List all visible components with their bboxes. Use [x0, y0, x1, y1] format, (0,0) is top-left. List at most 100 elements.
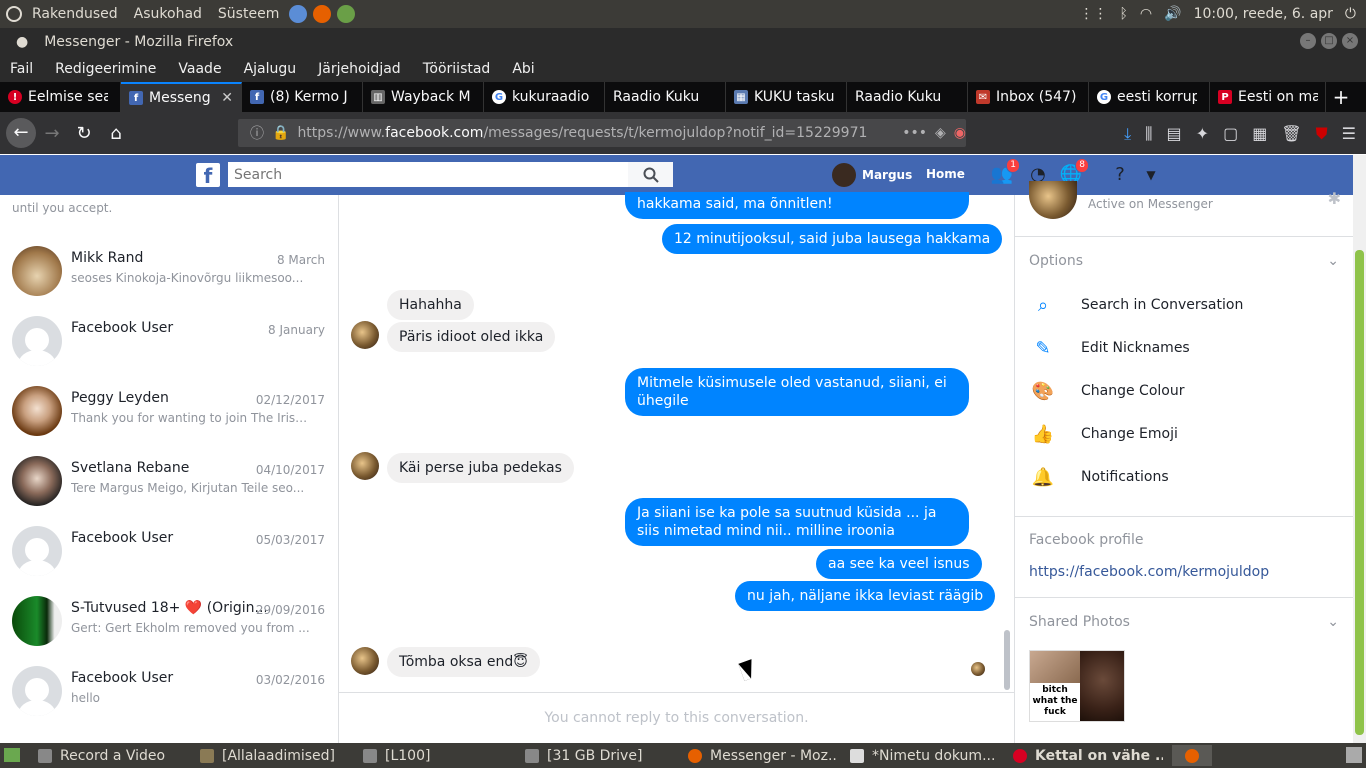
message-bubble[interactable]: Hahahha — [387, 290, 474, 320]
search-in-conversation-option[interactable]: ⌕ Search in Conversation — [1029, 290, 1339, 320]
wifi-icon[interactable]: ◠ — [1140, 6, 1152, 22]
tab-kermo[interactable]: f (8) Kermo J — [242, 82, 363, 112]
list-item[interactable]: Facebook User 03/02/2016 hello — [0, 656, 338, 726]
container-icon[interactable]: ▦ — [1252, 124, 1267, 144]
friend-requests-icon[interactable]: 👥 1 — [990, 158, 1020, 187]
list-item[interactable]: Facebook User 05/03/2017 — [0, 516, 338, 586]
firefox-launcher-icon[interactable] — [313, 5, 332, 23]
page-actions-icon[interactable]: ••• — [902, 125, 927, 141]
list-item[interactable]: S-Tutvused 18+ ❤️ (Origin... 29/09/2016 … — [0, 586, 338, 656]
ubuntu-logo-icon[interactable] — [6, 6, 22, 22]
notifications-option[interactable]: 🔔 Notifications — [1029, 462, 1339, 492]
keyboard-icon[interactable]: ⋮⋮ — [1080, 6, 1108, 22]
tab-raadio-kuku-1[interactable]: Raadio Kuku — [605, 82, 726, 112]
extension-icon[interactable]: ◉ — [954, 125, 966, 141]
os-menu-applications[interactable]: Rakendused — [32, 6, 118, 22]
tab-eesti-korrup[interactable]: Geesti korrup — [1089, 82, 1210, 112]
tab-inbox[interactable]: ✉ Inbox (547) — [968, 82, 1089, 112]
chevron-down-icon[interactable]: ⌄ — [1327, 253, 1339, 269]
trash-icon[interactable] — [1346, 747, 1362, 763]
home-button[interactable]: ⌂ — [100, 123, 132, 144]
tab-kuku-tasku[interactable]: ▦ KUKU tasku — [726, 82, 847, 112]
search-button[interactable] — [628, 162, 673, 187]
message-bubble[interactable]: 12 minutijooksul, said juba lausega hakk… — [662, 224, 1003, 254]
ublock-icon[interactable]: ⛊ — [1316, 124, 1328, 144]
trash-icon[interactable]: 🗑 — [1281, 124, 1301, 144]
chevron-down-icon[interactable]: ⌄ — [1327, 614, 1339, 630]
sender-avatar[interactable] — [351, 321, 379, 349]
list-item[interactable]: Facebook User 8 January — [0, 306, 338, 376]
menu-view[interactable]: Vaade — [178, 61, 221, 77]
message-bubble[interactable]: Mitmele küsimusele oled vastanud, siiani… — [625, 368, 969, 416]
forward-button[interactable]: → — [36, 123, 68, 144]
extension-icon[interactable]: ✦ — [1196, 124, 1209, 144]
firefox-taskbar-button[interactable] — [1172, 745, 1212, 766]
new-tab-button[interactable]: + — [1326, 82, 1356, 112]
edit-nicknames-option[interactable]: ✎ Edit Nicknames — [1029, 333, 1339, 363]
home-link[interactable]: Home — [926, 167, 965, 181]
taskbar-item[interactable]: [L100] — [363, 743, 513, 768]
taskbar-item[interactable]: Kettal on vähe ... — [1013, 743, 1163, 768]
menu-file[interactable]: Fail — [10, 61, 33, 77]
facebook-logo-icon[interactable]: f — [196, 163, 220, 188]
menu-help[interactable]: Abi — [512, 61, 534, 77]
message-bubble[interactable]: Tõmba oksa end😇 — [387, 647, 540, 677]
close-tab-icon[interactable]: ✕ — [221, 90, 233, 106]
change-colour-option[interactable]: 🎨 Change Colour — [1029, 376, 1339, 406]
menu-edit[interactable]: Redigeerimine — [55, 61, 156, 77]
tab-kukuraadio[interactable]: Gkukuraadio — [484, 82, 605, 112]
library-icon[interactable]: ⫼ — [1145, 124, 1152, 144]
sidebar-icon[interactable]: ▤ — [1167, 124, 1182, 144]
clock[interactable]: 10:00, reede, 6. apr — [1194, 6, 1333, 22]
chromium-launcher-icon[interactable] — [289, 5, 308, 23]
change-emoji-option[interactable]: 👍 Change Emoji — [1029, 419, 1339, 449]
list-item[interactable]: Mikk Rand 8 March seoses Kinokoja-Kinovõ… — [0, 236, 338, 306]
tab-messenger[interactable]: f Messenger ✕ — [121, 82, 242, 112]
account-dropdown-icon[interactable]: ▼ — [1139, 163, 1163, 187]
taskbar-item[interactable]: [Allalaadimised] — [200, 743, 350, 768]
back-button[interactable]: ← — [6, 118, 36, 148]
volume-icon[interactable]: 🔊 — [1164, 6, 1181, 22]
taskbar-item[interactable]: *Nimetu dokum... — [850, 743, 1000, 768]
taskbar-item[interactable]: [31 GB Drive] — [525, 743, 675, 768]
contact-avatar[interactable] — [1029, 181, 1077, 219]
message-bubble[interactable]: Ja siiani ise ka pole sa suutnud küsida … — [625, 498, 969, 546]
menu-tools[interactable]: Tööriistad — [423, 61, 491, 77]
os-menu-places[interactable]: Asukohad — [134, 6, 202, 22]
message-bubble[interactable]: nu jah, näljane ikka leviast räägib — [735, 581, 996, 611]
message-bubble[interactable]: hakkama said, ma õnnitlen! — [625, 192, 969, 219]
profile-link[interactable]: https://facebook.com/kermojuldop — [1029, 564, 1269, 580]
options-title[interactable]: Options — [1029, 253, 1083, 269]
profile-link[interactable]: Margus — [832, 163, 912, 187]
show-desktop-icon[interactable] — [4, 748, 20, 762]
tab-eelmise[interactable]: ! Eelmise sea — [0, 82, 121, 112]
menu-bookmarks[interactable]: Järjehoidjad — [318, 61, 401, 77]
screenshot-icon[interactable]: ▢ — [1223, 124, 1238, 144]
lock-icon[interactable]: 🔒 — [272, 125, 289, 141]
bluetooth-icon[interactable]: ᛒ — [1120, 6, 1128, 22]
sender-avatar[interactable] — [351, 452, 379, 480]
tab-raadio-kuku-2[interactable]: Raadio Kuku — [847, 82, 968, 112]
maximize-button[interactable]: □ — [1321, 33, 1337, 49]
list-item[interactable]: Svetlana Rebane 04/10/2017 Tere Margus M… — [0, 446, 338, 516]
settings-gear-icon[interactable]: ✱ — [1328, 189, 1341, 208]
url-bar[interactable]: ⓘ 🔒 https://www.facebook.com/messages/re… — [238, 119, 966, 147]
shared-photos-title[interactable]: Shared Photos — [1029, 614, 1130, 630]
help-icon[interactable]: ? — [1108, 163, 1132, 187]
pocket-icon[interactable]: ◈ — [935, 125, 946, 141]
minimize-button[interactable]: – — [1300, 33, 1316, 49]
tab-eesti-on-ma[interactable]: P Eesti on ma — [1210, 82, 1326, 112]
download-icon[interactable]: ⤓ — [1124, 124, 1131, 144]
message-bubble[interactable]: aa see ka veel isnus — [816, 549, 982, 579]
tab-wayback[interactable]: ▥ Wayback M — [363, 82, 484, 112]
page-scrollbar[interactable] — [1353, 155, 1366, 743]
sender-avatar[interactable] — [351, 647, 379, 675]
reload-button[interactable]: ↻ — [68, 123, 100, 144]
message-bubble[interactable]: Käi perse juba pedekas — [387, 453, 574, 483]
menu-history[interactable]: Ajalugu — [244, 61, 297, 77]
power-icon[interactable]: ⏻ — [1345, 6, 1356, 22]
close-window-button[interactable]: × — [1342, 33, 1358, 49]
shared-photo-thumbnail[interactable]: bitch what the fuck — [1029, 650, 1125, 722]
message-bubble[interactable]: Päris idioot oled ikka — [387, 322, 556, 352]
app-launcher-icon[interactable] — [337, 5, 356, 23]
